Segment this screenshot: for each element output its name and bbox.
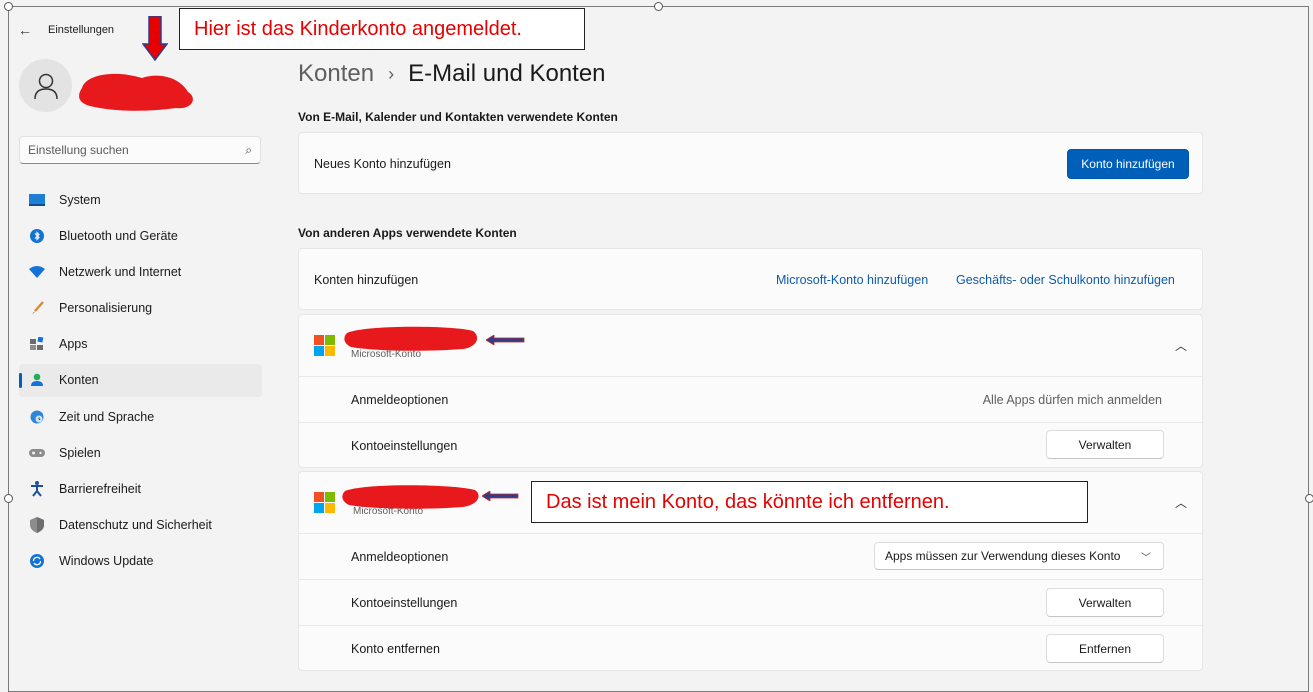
settings-search[interactable]: ⌕	[19, 136, 261, 164]
manage-button[interactable]: Verwalten	[1046, 588, 1164, 617]
microsoft-logo-icon	[314, 492, 335, 513]
sidebar-item-network[interactable]: Netzwerk und Internet	[19, 255, 262, 288]
chevron-down-icon: ﹀	[1141, 552, 1151, 564]
breadcrumb: Konten › E-Mail und Konten	[298, 60, 606, 88]
resize-handle-mid-left	[4, 494, 13, 503]
search-input[interactable]	[28, 143, 246, 157]
search-icon[interactable]: ⌕	[245, 143, 252, 158]
sidebar-item-label: System	[59, 192, 101, 207]
sidebar-item-label: Spielen	[59, 445, 101, 460]
sidebar-item-personalization[interactable]: Personalisierung	[19, 292, 262, 325]
sidebar-item-label: Netzwerk und Internet	[59, 264, 182, 279]
annotation-callout-account: Das ist mein Konto, das könnte ich entfe…	[531, 481, 1088, 523]
person-outline-icon	[33, 73, 58, 99]
sidebar-item-system[interactable]: System	[19, 183, 262, 216]
accessibility-icon	[29, 481, 45, 497]
sidebar-item-label: Zeit und Sprache	[59, 409, 155, 424]
apps-icon	[29, 336, 45, 352]
sidebar-item-apps[interactable]: Apps	[19, 328, 262, 361]
globe-clock-icon	[29, 409, 45, 425]
account-type-label: Microsoft-Konto	[351, 349, 422, 360]
add-work-school-account-link[interactable]: Geschäfts- oder Schulkonto hinzufügen	[956, 273, 1175, 287]
resize-handle-top-left	[4, 2, 13, 11]
wifi-icon	[29, 264, 45, 280]
breadcrumb-separator: ›	[388, 63, 395, 84]
account-settings-label: Kontoeinstellungen	[351, 438, 458, 453]
account-type-label: Microsoft-Konto	[353, 506, 424, 517]
avatar[interactable]	[19, 59, 72, 112]
pointer-arrow-icon	[486, 335, 525, 345]
annotation-down-arrow-icon	[142, 16, 168, 61]
sidebar-item-label: Bluetooth und Geräte	[59, 228, 178, 243]
signin-options-value: Alle Apps dürfen mich anmelden	[982, 392, 1162, 407]
sidebar-item-accounts[interactable]: Konten	[19, 363, 262, 397]
sidebar-item-label: Barrierefreiheit	[59, 482, 141, 496]
manage-button[interactable]: Verwalten	[1046, 430, 1164, 459]
breadcrumb-parent[interactable]: Konten	[298, 60, 374, 88]
annotation-callout-top: Hier ist das Kinderkonto angemeldet.	[179, 8, 585, 50]
add-account-card: Neues Konto hinzufügen Konto hinzufügen	[298, 132, 1203, 194]
sidebar-item-bluetooth[interactable]: Bluetooth und Geräte	[19, 219, 262, 252]
sidebar-item-label: Datenschutz und Sicherheit	[59, 518, 212, 533]
signin-options-dropdown[interactable]: Apps müssen zur Verwendung dieses Konto …	[874, 542, 1164, 570]
signin-options-label: Anmeldeoptionen	[351, 392, 449, 407]
chevron-up-icon[interactable]: ︿	[1175, 494, 1187, 511]
resize-handle-top-center	[654, 2, 663, 11]
monitor-icon	[29, 192, 45, 208]
sidebar-item-time-language[interactable]: Zeit und Sprache	[19, 400, 262, 433]
account-settings-label: Kontoeinstellungen	[351, 595, 458, 610]
app-title: Einstellungen	[48, 24, 115, 36]
other-apps-card: Konten hinzufügen Microsoft-Konto hinzuf…	[298, 248, 1203, 310]
signin-options-label: Anmeldeoptionen	[351, 549, 449, 564]
sidebar-item-label: Personalisierung	[59, 301, 153, 316]
section-title-other-apps: Von anderen Apps verwendete Konten	[298, 226, 517, 240]
section-title-email: Von E-Mail, Kalender und Kontakten verwe…	[298, 110, 618, 124]
sidebar-item-accessibility[interactable]: Barrierefreiheit	[19, 473, 262, 506]
add-microsoft-account-link[interactable]: Microsoft-Konto hinzufügen	[776, 273, 928, 287]
gamepad-icon	[29, 445, 45, 461]
page-title: E-Mail und Konten	[408, 60, 606, 87]
add-accounts-label: Konten hinzufügen	[314, 273, 419, 287]
account-card-1: Microsoft-Konto ︿ Anmeldeoptionen Alle A…	[298, 314, 1203, 468]
sidebar-item-label: Apps	[59, 337, 88, 352]
remove-button[interactable]: Entfernen	[1046, 634, 1164, 663]
sidebar-item-gaming[interactable]: Spielen	[19, 436, 262, 469]
remove-account-label: Konto entfernen	[351, 641, 440, 656]
chevron-up-icon[interactable]: ︿	[1175, 337, 1187, 354]
update-icon	[29, 553, 45, 569]
sidebar-item-label: Windows Update	[59, 554, 154, 569]
pointer-arrow-icon	[482, 491, 519, 501]
dropdown-selected-value: Apps müssen zur Verwendung dieses Konto	[885, 549, 1121, 563]
user-name-redaction	[79, 73, 193, 111]
signin-options-row: Anmeldeoptionen Alle Apps dürfen mich an…	[299, 376, 1202, 422]
brush-icon	[29, 300, 45, 316]
bluetooth-icon	[29, 228, 45, 244]
account-name-redaction	[344, 326, 478, 351]
back-arrow-icon[interactable]: ←	[18, 22, 32, 38]
resize-handle-mid-right	[1305, 494, 1313, 503]
shield-icon	[29, 517, 45, 534]
person-icon	[29, 372, 45, 388]
sidebar-nav: System Bluetooth und Geräte Netzwerk und…	[19, 183, 262, 581]
sidebar-item-label: Konten	[59, 373, 99, 388]
sidebar-item-privacy[interactable]: Datenschutz und Sicherheit	[19, 509, 262, 542]
add-account-button[interactable]: Konto hinzufügen	[1067, 149, 1189, 179]
title-bar: ← Einstellungen	[18, 20, 114, 40]
microsoft-logo-icon	[314, 335, 335, 356]
add-account-label: Neues Konto hinzufügen	[314, 157, 451, 171]
sidebar-item-windows-update[interactable]: Windows Update	[19, 545, 262, 578]
